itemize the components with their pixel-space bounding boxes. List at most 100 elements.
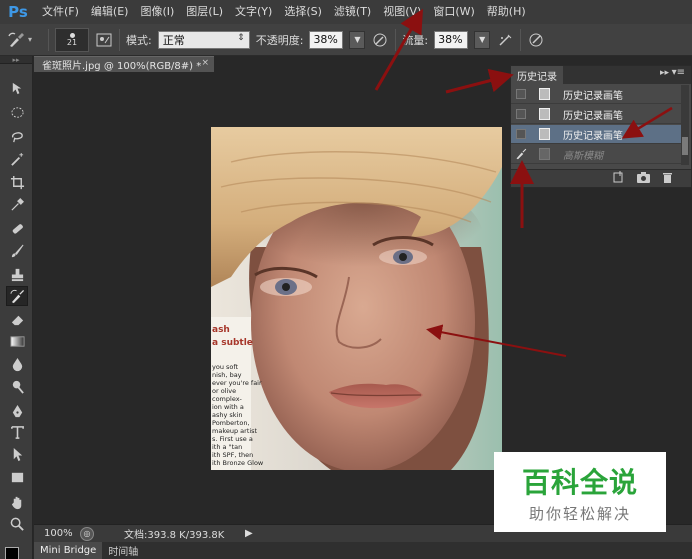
- history-scrollbar[interactable]: [681, 85, 689, 165]
- pen-tool[interactable]: [6, 401, 28, 421]
- rectangle-tool[interactable]: [6, 467, 28, 487]
- toolbox: ▸▸: [0, 56, 33, 559]
- magazine-heading-2: a subtle: [212, 338, 253, 348]
- brush-icon: [11, 244, 24, 257]
- separator: [395, 28, 397, 51]
- menu-image[interactable]: 图像(I): [134, 0, 180, 24]
- hand-tool[interactable]: [6, 492, 28, 512]
- history-brush-icon: [9, 289, 24, 303]
- path-select-tool[interactable]: [6, 444, 28, 464]
- scrollbar-thumb[interactable]: [682, 137, 688, 155]
- move-tool[interactable]: [6, 78, 28, 98]
- pressure-opacity-button[interactable]: [371, 31, 389, 49]
- history-source-checkbox[interactable]: [516, 109, 526, 119]
- status-menu-arrow[interactable]: ▶: [245, 528, 253, 539]
- gradient-icon: [9, 335, 25, 347]
- menu-help[interactable]: 帮助(H): [481, 0, 532, 24]
- history-state[interactable]: 历史记录画笔: [511, 105, 681, 124]
- panel-menu-icon[interactable]: ▾≡: [672, 67, 685, 78]
- airbrush-button[interactable]: [496, 31, 514, 49]
- blur-tool[interactable]: [6, 354, 28, 374]
- history-state-label: 高斯模糊: [563, 150, 603, 162]
- magazine-line: makeup artist: [212, 427, 258, 435]
- magazine-line: complex-: [212, 395, 243, 403]
- gradient-tool[interactable]: [6, 331, 28, 351]
- history-state-dimmed[interactable]: 高斯模糊: [511, 145, 681, 164]
- tool-preset-picker[interactable]: ▾: [8, 29, 42, 51]
- mode-label: 模式:: [126, 33, 152, 47]
- history-brush-icon: [8, 32, 24, 47]
- clone-stamp-tool[interactable]: [6, 264, 28, 284]
- flow-field[interactable]: 38%: [434, 30, 469, 49]
- airbrush-icon: [499, 34, 512, 46]
- document-state-icon: [539, 108, 550, 120]
- trash-icon[interactable]: [662, 171, 673, 186]
- history-brush-tool[interactable]: [6, 286, 28, 306]
- quick-select-tool[interactable]: [6, 149, 28, 169]
- pressure-size-button[interactable]: [527, 31, 545, 49]
- toolbox-grip[interactable]: ▸▸: [0, 56, 32, 64]
- tab-timeline[interactable]: 时间轴: [102, 542, 144, 559]
- tab-mini-bridge[interactable]: Mini Bridge: [34, 542, 103, 559]
- brush-panel-toggle[interactable]: [95, 31, 113, 49]
- magazine-line: ion with a: [212, 403, 244, 411]
- menu-select[interactable]: 选择(S): [278, 0, 328, 24]
- foreground-color-swatch[interactable]: [5, 547, 19, 559]
- magazine-line: or olive: [212, 387, 236, 395]
- menu-view[interactable]: 视图(V): [377, 0, 427, 24]
- menu-file[interactable]: 文件(F): [36, 0, 85, 24]
- photo-canvas[interactable]: ash a subtle you soft nish, bay ever you…: [211, 127, 502, 470]
- menu-filter[interactable]: 滤镜(T): [328, 0, 377, 24]
- history-state-selected[interactable]: 历史记录画笔: [511, 125, 681, 144]
- history-brush-source-icon[interactable]: [515, 148, 527, 160]
- camera-icon[interactable]: [637, 171, 650, 186]
- separator: [48, 28, 49, 51]
- history-panel-tab[interactable]: 历史记录: [511, 66, 563, 84]
- flow-dropdown[interactable]: ▼: [474, 30, 491, 49]
- magazine-line: ith SPF, then: [212, 451, 253, 459]
- history-source-checkbox[interactable]: [516, 129, 526, 139]
- collapse-panel-icon[interactable]: ▸▸: [660, 68, 669, 78]
- crop-tool[interactable]: [6, 172, 28, 192]
- status-info-icon[interactable]: ◎: [80, 527, 94, 541]
- zoom-level-field[interactable]: 100%: [34, 525, 76, 543]
- magazine-line: nish, bay: [212, 371, 242, 379]
- hand-icon: [11, 496, 21, 509]
- mode-select[interactable]: 正常 ⇕: [157, 30, 250, 49]
- document-size-info: 文档:393.8 K/393.8K: [124, 530, 225, 541]
- rectangle-icon: [11, 472, 23, 482]
- brush-size-value: 21: [66, 37, 78, 47]
- close-icon[interactable]: ×: [201, 58, 209, 68]
- photoshop-window: Ps 文件(F) 编辑(E) 图像(I) 图层(L) 文字(Y) 选择(S) 滤…: [0, 0, 692, 559]
- dodge-tool[interactable]: [6, 376, 28, 396]
- history-panel-footer: [511, 169, 691, 187]
- zoom-tool[interactable]: [6, 514, 28, 534]
- opacity-field[interactable]: 38%: [309, 30, 344, 49]
- separator: [119, 28, 120, 51]
- eraser-tool[interactable]: [6, 309, 28, 329]
- new-document-from-state-icon[interactable]: [613, 171, 625, 186]
- bottom-panel-tabs: Mini Bridge 时间轴: [34, 542, 692, 559]
- crop-icon: [10, 175, 24, 189]
- marquee-tool[interactable]: [6, 102, 28, 122]
- brush-panel-icon: [96, 33, 112, 46]
- menu-layer[interactable]: 图层(L): [180, 0, 229, 24]
- type-tool[interactable]: [6, 422, 28, 442]
- menu-type[interactable]: 文字(Y): [229, 0, 278, 24]
- menu-window[interactable]: 窗口(W): [427, 0, 480, 24]
- history-source-checkbox[interactable]: [516, 89, 526, 99]
- brush-tool[interactable]: [6, 241, 28, 261]
- chevron-down-icon: ▼: [354, 35, 361, 44]
- magazine-line: ith a "tan: [212, 443, 242, 451]
- eyedropper-tool[interactable]: [6, 194, 28, 214]
- history-state[interactable]: 历史记录画笔: [511, 85, 681, 104]
- brush-size-picker[interactable]: 21: [55, 27, 89, 52]
- menu-edit[interactable]: 编辑(E): [85, 0, 135, 24]
- path-arrow-icon: [13, 447, 22, 461]
- opacity-dropdown[interactable]: ▼: [349, 30, 366, 49]
- bandage-icon: [12, 223, 23, 234]
- document-tab[interactable]: 雀斑照片.jpg @ 100%(RGB/8#) * ×: [34, 56, 214, 72]
- lasso-tool[interactable]: [6, 126, 28, 146]
- healing-brush-tool[interactable]: [6, 218, 28, 238]
- dodge-icon: [12, 380, 24, 394]
